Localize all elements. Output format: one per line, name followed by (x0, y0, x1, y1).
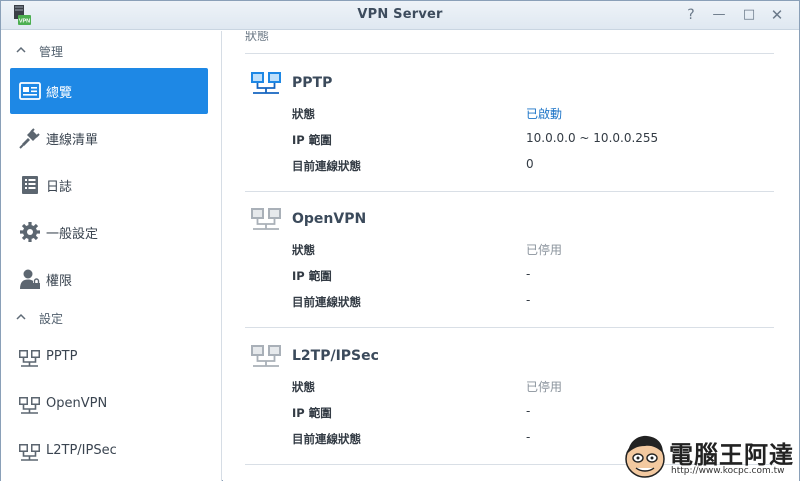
ip-range-label: IP 範圍 (292, 406, 332, 420)
sidebar-item-permissions[interactable]: 權限 (10, 256, 208, 302)
maximize-button[interactable]: □ (739, 5, 759, 25)
chevron-up-icon (16, 313, 26, 320)
status-tab-label: 狀態 (245, 31, 270, 43)
sidebar-item-label: 連線清單 (46, 133, 99, 148)
sidebar: 管理 總覽 連線清單 日誌 一般設定 權限 設定 PPTP OpenVPN L2… (1, 31, 222, 481)
sidebar-item-label: PPTP (46, 349, 78, 364)
watermark-url: http://www.kocpc.com.tw (671, 466, 785, 476)
connection-status-value: 0 (526, 157, 534, 171)
network-icon (251, 208, 281, 230)
log-icon (22, 176, 38, 194)
connection-status-label: 目前連線狀態 (292, 159, 361, 173)
network-icon (19, 444, 40, 461)
sidebar-item-general-settings[interactable]: 一般設定 (10, 209, 208, 255)
window-title: VPN Server (357, 7, 443, 22)
chevron-up-icon (16, 46, 26, 53)
status-label: 狀態 (292, 107, 315, 121)
divider (245, 327, 774, 328)
connection-status-value: - (526, 430, 531, 444)
sidebar-item-openvpn[interactable]: OpenVPN (10, 382, 208, 428)
network-icon (251, 345, 281, 367)
status-value: 已停用 (526, 243, 563, 257)
connection-status-label: 目前連線狀態 (292, 295, 361, 309)
plug-icon (19, 128, 40, 149)
sidebar-item-pptp[interactable]: PPTP (10, 335, 208, 381)
watermark-title: 電腦王阿達 (669, 441, 794, 469)
section-header-manage[interactable]: 管理 (1, 40, 221, 62)
service-name: OpenVPN (292, 211, 367, 227)
ip-range-value: - (526, 267, 531, 281)
minimize-button[interactable]: — (709, 5, 729, 25)
section-label: 設定 (39, 312, 64, 326)
divider (245, 53, 774, 54)
connection-status-label: 目前連線狀態 (292, 432, 361, 446)
help-button[interactable]: ? (681, 5, 701, 25)
status-label: 狀態 (292, 243, 315, 257)
mascot-face-icon (625, 435, 665, 478)
sidebar-item-label: 權限 (46, 274, 73, 289)
status-value: 已停用 (526, 380, 563, 394)
sidebar-item-label: OpenVPN (46, 396, 108, 411)
sidebar-item-l2tp-ipsec[interactable]: L2TP/IPSec (10, 429, 208, 475)
service-name: L2TP/IPSec (292, 348, 379, 364)
ip-range-value: 10.0.0.0 ~ 10.0.0.255 (526, 131, 659, 145)
main-content: 狀態 PPTP 狀態 已啟動 IP 範圍 10.0.0.0 ~ 10.0.0.2… (223, 31, 799, 481)
network-icon (19, 350, 40, 367)
sidebar-item-label: L2TP/IPSec (46, 443, 117, 458)
service-card-pptp: PPTP 狀態 已啟動 IP 範圍 10.0.0.0 ~ 10.0.0.255 … (245, 56, 774, 192)
connection-status-value: - (526, 293, 531, 307)
network-icon (251, 72, 281, 94)
status-label: 狀態 (292, 380, 315, 394)
sidebar-item-connection-list[interactable]: 連線清單 (10, 115, 208, 161)
vpn-server-window: VPN VPN Server ? — □ ✕ 管理 總覽 連線清單 日誌 一般設… (0, 0, 800, 481)
network-icon (19, 397, 40, 414)
sidebar-item-overview[interactable]: 總覽 (10, 68, 208, 114)
gear-icon (20, 222, 40, 242)
close-button[interactable]: ✕ (767, 5, 787, 25)
watermark: 電腦王阿達 http://www.kocpc.com.tw (623, 433, 799, 480)
ip-range-value: - (526, 404, 531, 418)
sidebar-item-label: 日誌 (46, 180, 73, 195)
ip-range-label: IP 範圍 (292, 133, 332, 147)
sidebar-item-label: 總覽 (46, 86, 73, 101)
section-label: 管理 (39, 45, 64, 59)
ip-range-label: IP 範圍 (292, 269, 332, 283)
overview-icon (19, 82, 41, 100)
title-bar: VPN VPN Server ? — □ ✕ (1, 1, 799, 30)
user-lock-icon (20, 269, 40, 289)
sidebar-item-label: 一般設定 (46, 227, 99, 242)
section-header-settings[interactable]: 設定 (1, 307, 221, 329)
sidebar-item-log[interactable]: 日誌 (10, 162, 208, 208)
status-value: 已啟動 (526, 107, 563, 121)
service-card-openvpn: OpenVPN 狀態 已停用 IP 範圍 - 目前連線狀態 - (245, 192, 774, 329)
service-name: PPTP (292, 75, 333, 91)
